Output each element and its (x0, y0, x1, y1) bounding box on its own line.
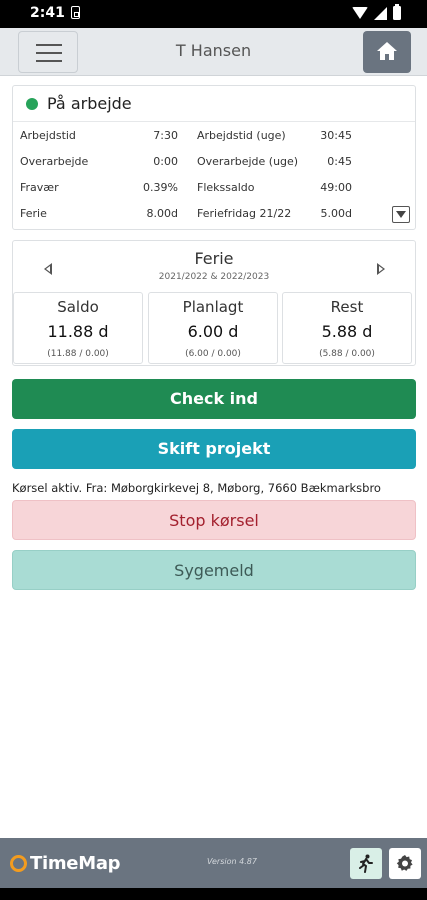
stat-label: Ferie (20, 207, 47, 220)
battery-icon (393, 4, 401, 20)
check-in-button[interactable]: Check ind (12, 379, 416, 419)
balance-label: Planlagt (182, 298, 244, 316)
balance-value: 5.88 d (321, 322, 373, 341)
stat-value: 5.00d (320, 207, 352, 220)
settings-button[interactable] (389, 848, 421, 879)
vacation-title: Ferie (194, 249, 234, 268)
sim-icon (71, 6, 80, 19)
balance-saldo: Saldo 11.88 d (11.88 / 0.00) (13, 292, 143, 364)
logo-text: TimeMap (30, 852, 121, 874)
stop-trip-button[interactable]: Stop kørsel (12, 500, 416, 540)
stat-value: 30:45 (320, 129, 352, 142)
stat-feriefridag: Feriefridag 21/22 5.00d (197, 207, 352, 223)
stat-flekssaldo: Flekssaldo 49:00 (197, 181, 352, 197)
stat-value: 0.39% (143, 181, 178, 194)
status-indicator-icon (26, 98, 38, 110)
stat-value: 0:45 (327, 155, 352, 168)
page-title: T Hansen (175, 41, 252, 60)
balance-detail: (6.00 / 0.00) (185, 349, 241, 359)
version-label: Version 4.87 (207, 857, 257, 866)
gear-icon (396, 855, 413, 871)
menu-icon-line (36, 44, 62, 46)
app-header: T Hansen (0, 28, 427, 76)
active-trip-text: Kørsel aktiv. Fra: Møborgkirkevej 8, Møb… (12, 481, 381, 495)
stat-overarbejde-uge: Overarbejde (uge) 0:45 (197, 155, 352, 171)
stat-fravaer: Fravær 0.39% (20, 181, 178, 197)
stat-arbejdstid-uge: Arbejdstid (uge) 30:45 (197, 129, 352, 145)
vacation-card: Ferie 2021/2022 & 2022/2023 Saldo 11.88 … (12, 240, 416, 366)
stat-label: Overarbejde (uge) (197, 155, 299, 168)
menu-icon-line (36, 60, 62, 62)
home-button[interactable] (363, 31, 411, 73)
wifi-icon (352, 7, 368, 19)
status-label: På arbejde (47, 94, 132, 113)
signal-icon (374, 6, 387, 20)
balance-rest: Rest 5.88 d (5.88 / 0.00) (282, 292, 412, 364)
home-icon (377, 42, 397, 60)
expand-stats-button[interactable] (392, 206, 410, 223)
stat-overarbejde: Overarbejde 0:00 (20, 155, 178, 171)
activity-button[interactable] (350, 848, 382, 879)
stat-label: Flekssaldo (197, 181, 255, 194)
stat-ferie: Ferie 8.00d (20, 207, 178, 223)
balance-detail: (5.88 / 0.00) (319, 349, 375, 359)
switch-project-button[interactable]: Skift projekt (12, 429, 416, 469)
stat-arbejdstid: Arbejdstid 7:30 (20, 129, 178, 145)
stat-label: Feriefridag 21/22 (197, 207, 292, 220)
system-navigation-bar (0, 888, 427, 900)
vacation-period: 2021/2022 & 2022/2023 (158, 272, 270, 282)
stat-label: Arbejdstid (20, 129, 76, 142)
system-status-bar: 2:41 (0, 0, 427, 28)
timemap-logo: TimeMap (10, 852, 121, 874)
stat-value: 7:30 (153, 129, 178, 142)
running-person-icon (359, 854, 373, 873)
balance-planlagt: Planlagt 6.00 d (6.00 / 0.00) (148, 292, 278, 364)
stat-label: Arbejdstid (uge) (197, 129, 286, 142)
menu-button[interactable] (18, 31, 78, 73)
report-sick-button[interactable]: Sygemeld (12, 550, 416, 590)
balance-value: 6.00 d (187, 322, 239, 341)
balance-label: Rest (330, 298, 364, 316)
stat-value: 8.00d (146, 207, 178, 220)
stat-value: 49:00 (320, 181, 352, 194)
app-footer: TimeMap Version 4.87 (0, 838, 427, 888)
balance-value: 11.88 d (47, 322, 109, 341)
next-arrow-icon[interactable] (377, 263, 385, 275)
status-header: På arbejde (13, 86, 415, 122)
stat-label: Fravær (20, 181, 59, 194)
work-status-card: På arbejde Arbejdstid 7:30 Arbejdstid (u… (12, 85, 416, 230)
status-icons (352, 4, 401, 21)
logo-ring-icon (10, 854, 27, 872)
menu-icon-line (36, 52, 62, 54)
balance-label: Saldo (57, 298, 99, 316)
clock: 2:41 (30, 5, 65, 21)
stat-value: 0:00 (153, 155, 178, 168)
balance-detail: (11.88 / 0.00) (47, 349, 109, 359)
stat-label: Overarbejde (20, 155, 89, 168)
